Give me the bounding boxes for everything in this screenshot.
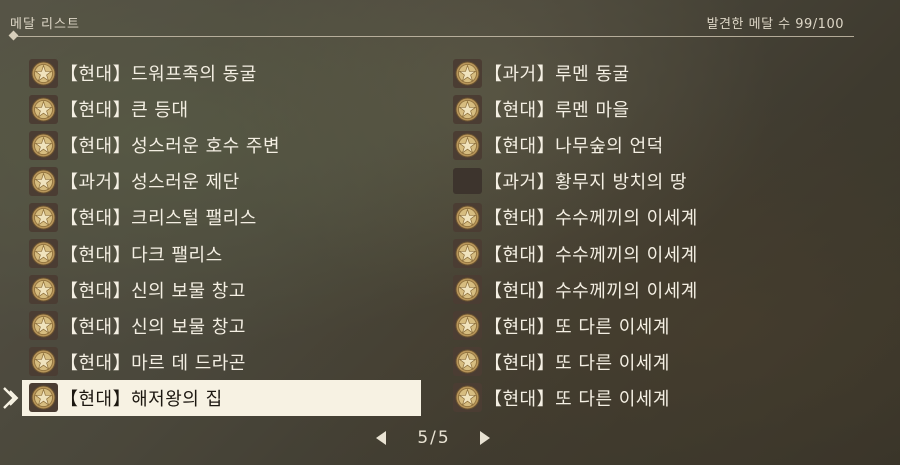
medal-location-label: 【현대】마르 데 드라곤 [60, 352, 246, 374]
medal-icon [29, 275, 58, 305]
medal-list-item[interactable]: 【현대】또 다른 이세계 [446, 344, 846, 380]
medal-location-label: 【현대】신의 보물 창고 [60, 280, 246, 302]
medal-list-item[interactable]: 【현대】신의 보물 창고 [22, 308, 422, 344]
pagination: 5/5 [0, 424, 900, 454]
medal-list-item[interactable]: 【현대】나무숲의 언덕 [446, 127, 846, 163]
medal-location-label: 【현대】큰 등대 [60, 100, 189, 122]
medal-icon [453, 275, 482, 305]
medal-location-label: 【현대】또 다른 이세계 [484, 388, 670, 410]
medal-location-label: 【현대】루멘 마을 [484, 100, 630, 122]
medal-location-label: 【현대】수수께끼의 이세계 [484, 244, 698, 266]
medal-list-item[interactable]: 【현대】다크 팰리스 [22, 235, 422, 271]
medal-location-label: 【현대】해저왕의 집 [60, 388, 223, 410]
triangle-left-icon[interactable] [375, 430, 387, 446]
medal-list-item[interactable]: 【현대】마르 데 드라곤 [22, 344, 422, 380]
medal-location-label: 【현대】또 다른 이세계 [484, 352, 670, 374]
medal-icon [453, 347, 482, 377]
medal-location-label: 【과거】황무지 방치의 땅 [484, 172, 687, 194]
medal-list-item[interactable]: 【과거】루멘 동굴 [446, 55, 846, 91]
medal-list-item[interactable]: 【현대】또 다른 이세계 [446, 380, 846, 416]
medal-icon [29, 239, 58, 269]
medal-icon [29, 94, 58, 124]
medal-list-right-column: 【과거】루멘 동굴 【현대】루멘 마을 【현대】나무숲의 언덕 【과거】황무지 … [446, 55, 846, 416]
medal-icon [453, 130, 482, 160]
medal-icon [453, 239, 482, 269]
header-divider [16, 36, 854, 37]
medal-icon [453, 58, 482, 88]
medal-list-item-selected[interactable]: 【현대】해저왕의 집 [3, 379, 421, 416]
medal-list-item[interactable]: 【현대】신의 보물 창고 [22, 272, 422, 308]
medal-location-label: 【현대】신의 보물 창고 [60, 316, 246, 338]
medal-icon [29, 166, 58, 196]
header-bar: 메달 리스트 발견한 메달 수 99/100 [0, 0, 900, 41]
medal-icon [29, 383, 58, 413]
empty-medal-slot-icon [453, 168, 482, 195]
medal-list-item[interactable]: 【현대】수수께끼의 이세계 [446, 272, 846, 308]
medal-icon [29, 58, 58, 88]
medal-list-item[interactable]: 【현대】수수께끼의 이세계 [446, 199, 846, 235]
selection-cursor-icon [3, 386, 19, 409]
medal-icon [453, 94, 482, 124]
medal-icon [29, 202, 58, 232]
medal-list-item[interactable]: 【현대】크리스털 팰리스 [22, 199, 422, 235]
triangle-right-icon[interactable] [479, 430, 491, 446]
medal-location-label: 【현대】수수께끼의 이세계 [484, 208, 698, 230]
medal-list-item[interactable]: 【현대】또 다른 이세계 [446, 308, 846, 344]
medal-icon [453, 202, 482, 232]
medal-location-label: 【과거】루멘 동굴 [484, 64, 630, 86]
medal-icon [453, 311, 482, 341]
medal-location-label: 【현대】성스러운 호수 주변 [60, 136, 281, 158]
medal-location-label: 【현대】또 다른 이세계 [484, 316, 670, 338]
medal-location-label: 【현대】다크 팰리스 [60, 244, 223, 266]
medal-list-item[interactable]: 【과거】황무지 방치의 땅 [446, 163, 846, 199]
medal-list-item[interactable]: 【현대】드워프족의 동굴 [22, 55, 422, 91]
medal-icon [453, 383, 482, 413]
medal-list-item[interactable]: 【현대】수수께끼의 이세계 [446, 235, 846, 271]
medal-location-label: 【현대】나무숲의 언덕 [484, 136, 664, 158]
medal-found-count: 발견한 메달 수 99/100 [706, 17, 844, 32]
medal-icon [29, 311, 58, 341]
page-indicator: 5/5 [417, 428, 451, 448]
medal-list-item[interactable]: 【현대】큰 등대 [22, 91, 422, 127]
medal-icon [29, 130, 58, 160]
medal-list-item[interactable]: 【현대】성스러운 호수 주변 [22, 127, 422, 163]
page-title: 메달 리스트 [10, 17, 80, 32]
medal-location-label: 【과거】성스러운 제단 [60, 172, 240, 194]
medal-location-label: 【현대】드워프족의 동굴 [60, 64, 257, 86]
medal-icon [29, 347, 58, 377]
medal-location-label: 【현대】수수께끼의 이세계 [484, 280, 698, 302]
medal-list-item[interactable]: 【현대】루멘 마을 [446, 91, 846, 127]
medal-list-left-column: 【현대】드워프족의 동굴 【현대】큰 등대 【현대】성스러운 호수 주변 【과거… [3, 55, 422, 416]
medal-list-item[interactable]: 【과거】성스러운 제단 [22, 163, 422, 199]
medal-location-label: 【현대】크리스털 팰리스 [60, 208, 257, 230]
